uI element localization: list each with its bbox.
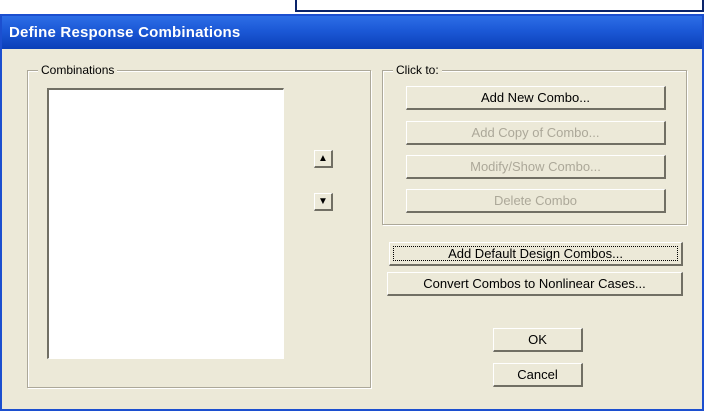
convert-combos-to-nonlinear-cases-button[interactable]: Convert Combos to Nonlinear Cases... [387, 272, 683, 296]
click-to-group: Click to: Add New Combo... Add Copy of C… [382, 63, 687, 225]
move-up-button[interactable]: ▲ [314, 150, 333, 168]
delete-combo-button[interactable]: Delete Combo [406, 189, 666, 213]
arrow-up-icon: ▲ [318, 153, 328, 164]
add-copy-of-combo-button[interactable]: Add Copy of Combo... [406, 121, 666, 145]
define-response-combinations-dialog: Define Response Combinations Combination… [0, 14, 704, 411]
arrow-down-icon: ▼ [318, 196, 328, 207]
combinations-group-label: Combinations [38, 63, 118, 77]
background-window-edge [295, 0, 704, 12]
add-new-combo-button[interactable]: Add New Combo... [406, 86, 666, 110]
combinations-group: Combinations ▲ ▼ [27, 63, 371, 388]
window-title: Define Response Combinations [9, 24, 241, 41]
title-bar[interactable]: Define Response Combinations [2, 16, 702, 49]
cancel-button[interactable]: Cancel [493, 363, 583, 387]
click-to-group-label: Click to: [393, 63, 442, 77]
combinations-listbox[interactable] [47, 88, 284, 359]
add-default-design-combos-button[interactable]: Add Default Design Combos... [389, 242, 683, 266]
move-down-button[interactable]: ▼ [314, 193, 333, 211]
modify-show-combo-button[interactable]: Modify/Show Combo... [406, 155, 666, 179]
ok-button[interactable]: OK [493, 328, 583, 352]
